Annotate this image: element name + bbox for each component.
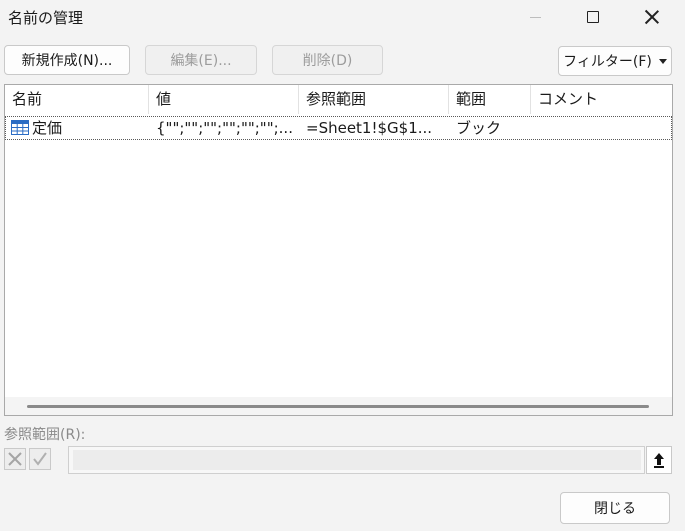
delete-button[interactable]: 削除(D) bbox=[272, 45, 383, 75]
row-scope: ブック bbox=[456, 119, 502, 137]
edit-button[interactable]: 編集(E)... bbox=[145, 45, 257, 75]
delete-button-label: 削除(D) bbox=[302, 53, 353, 69]
names-list[interactable]: 名前 値 参照範囲 範囲 コメント 定価 {"";"";"";"";"";"";… bbox=[4, 84, 673, 416]
title-bar: 名前の管理 bbox=[0, 0, 685, 34]
close-window-button[interactable] bbox=[629, 0, 675, 34]
refers-to-value bbox=[73, 450, 641, 470]
window-title: 名前の管理 bbox=[8, 9, 84, 27]
refers-to-label: 参照範囲(R): bbox=[4, 427, 86, 443]
filter-button[interactable]: フィルター(F) bbox=[558, 46, 672, 76]
collapse-dialog-button[interactable] bbox=[646, 446, 672, 474]
row-refers-to: =Sheet1!$G$1... bbox=[306, 119, 433, 137]
table-row[interactable]: 定価 {"";"";"";"";"";"";... =Sheet1!$G$1..… bbox=[5, 116, 672, 140]
x-icon bbox=[8, 452, 22, 466]
collapse-dialog-icon bbox=[654, 453, 664, 468]
maximize-button[interactable] bbox=[570, 0, 616, 34]
column-header-name[interactable]: 名前 bbox=[5, 85, 149, 114]
check-icon bbox=[33, 452, 47, 466]
column-header-refers-to[interactable]: 参照範囲 bbox=[299, 85, 449, 114]
edit-button-label: 編集(E)... bbox=[170, 53, 232, 69]
dropdown-caret-icon bbox=[658, 58, 667, 64]
column-header-comment[interactable]: コメント bbox=[531, 85, 672, 114]
list-header: 名前 値 参照範囲 範囲 コメント bbox=[5, 85, 672, 114]
maximize-icon bbox=[587, 11, 599, 23]
horizontal-scrollbar[interactable] bbox=[5, 397, 672, 415]
close-icon bbox=[645, 10, 659, 24]
row-value: {"";"";"";"";"";"";... bbox=[156, 119, 293, 137]
row-comment bbox=[538, 117, 668, 139]
row-name: 定価 bbox=[32, 119, 63, 137]
minimize-button[interactable] bbox=[512, 0, 558, 34]
cancel-edit-button[interactable] bbox=[4, 448, 26, 470]
minimize-icon bbox=[529, 16, 541, 18]
close-button[interactable]: 閉じる bbox=[560, 492, 670, 524]
scrollbar-thumb[interactable] bbox=[27, 405, 649, 408]
table-icon bbox=[11, 120, 29, 135]
close-button-label: 閉じる bbox=[594, 501, 636, 517]
new-button[interactable]: 新規作成(N)... bbox=[4, 45, 130, 75]
column-header-value[interactable]: 値 bbox=[149, 85, 299, 114]
filter-button-label: フィルター(F) bbox=[563, 54, 652, 70]
new-button-label: 新規作成(N)... bbox=[21, 53, 113, 69]
column-header-scope[interactable]: 範囲 bbox=[449, 85, 531, 114]
refers-to-input[interactable] bbox=[68, 446, 645, 474]
confirm-edit-button[interactable] bbox=[29, 448, 51, 470]
